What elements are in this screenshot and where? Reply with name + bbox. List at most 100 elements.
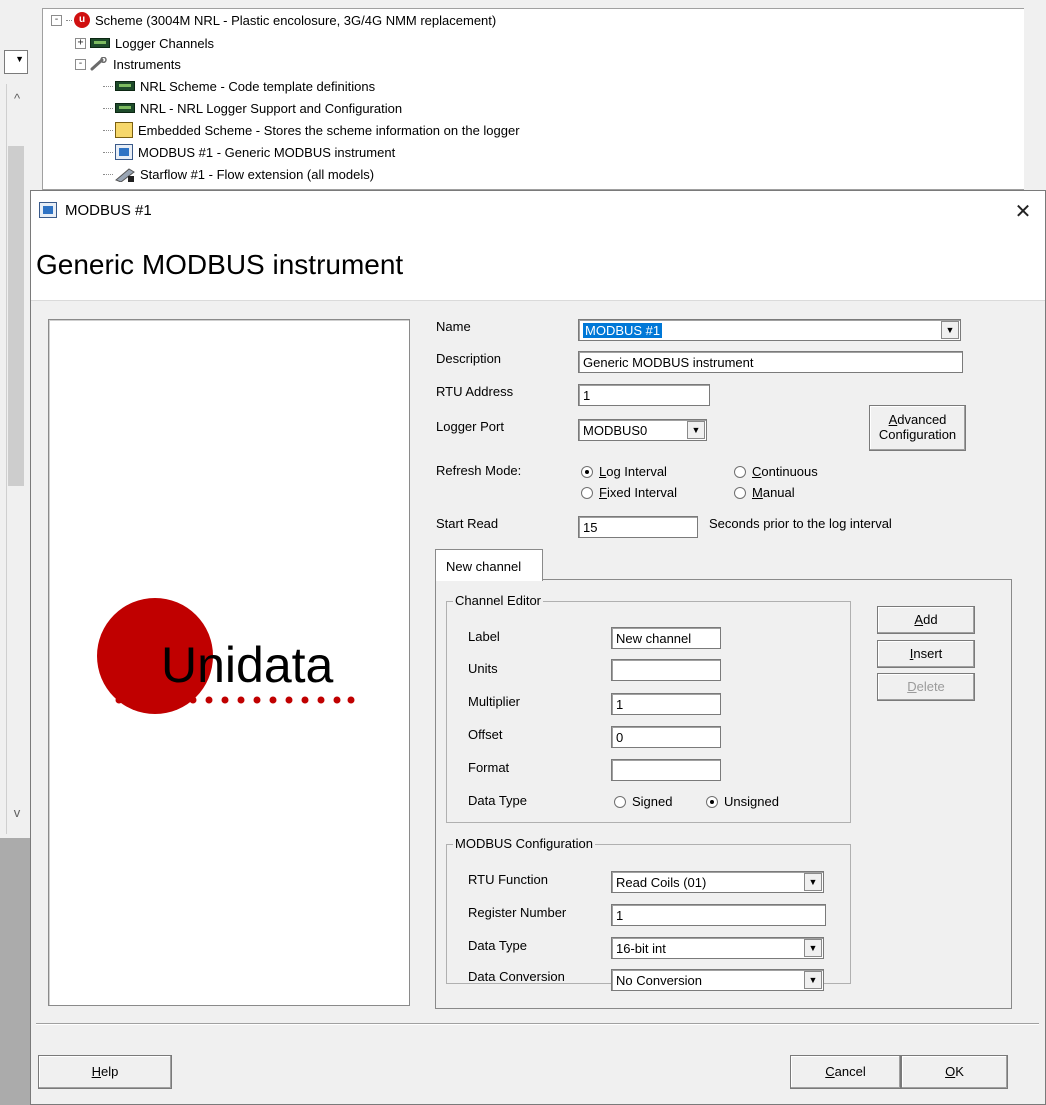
collapse-icon[interactable]: -: [75, 58, 86, 70]
rtu-function-value: Read Coils (01): [616, 875, 707, 890]
tree-item-label: Starflow #1 - Flow extension (all models…: [140, 166, 375, 182]
scrollbar-thumb[interactable]: [8, 146, 24, 486]
radio-fixed-interval[interactable]: Fixed Interval: [581, 485, 677, 500]
radio-continuous[interactable]: Continuous: [734, 464, 818, 479]
modbus-icon: [115, 144, 133, 160]
wrench-icon: [90, 57, 107, 71]
offset-field[interactable]: 0: [611, 726, 721, 748]
scheme-icon: u: [74, 12, 90, 28]
logo-panel: Unidata: [48, 319, 410, 1006]
tree-connector: [103, 85, 113, 87]
circuit-board-icon: [115, 81, 135, 91]
tree-connector: [66, 19, 72, 21]
tree-connector: [103, 107, 113, 109]
radio-selected-icon: [581, 465, 593, 478]
tree-item-label: NRL - NRL Logger Support and Configurati…: [140, 100, 403, 116]
expand-icon[interactable]: +: [75, 37, 86, 49]
tree-item-nrl-scheme[interactable]: NRL Scheme - Code template definitions: [103, 76, 375, 96]
rtu-function-select[interactable]: Read Coils (01) ▼: [611, 871, 824, 893]
logger-port-select[interactable]: MODBUS0 ▼: [578, 419, 707, 441]
left-combo-box[interactable]: ▼: [4, 50, 28, 74]
description-label: Description: [436, 351, 502, 366]
rtu-function-label: RTU Function: [468, 872, 548, 887]
start-read-field[interactable]: 15: [578, 516, 698, 538]
rtu-address-field[interactable]: 1: [578, 384, 710, 406]
dialog-header: Generic MODBUS instrument: [31, 233, 1045, 301]
advanced-configuration-button[interactable]: Advanced Configuration: [869, 405, 966, 451]
tree-item-instruments[interactable]: - Instruments: [75, 54, 181, 74]
circuit-board-icon: [115, 103, 135, 113]
dialog-title: MODBUS #1: [65, 202, 152, 219]
data-conversion-select[interactable]: No Conversion ▼: [611, 969, 824, 991]
refresh-mode-label: Refresh Mode:: [436, 463, 522, 478]
chevron-down-icon[interactable]: ▼: [941, 321, 959, 339]
tree-connector: [103, 129, 113, 131]
page-title: Generic MODBUS instrument: [36, 249, 404, 280]
chevron-down-icon[interactable]: ▼: [804, 873, 822, 891]
tab-new-channel[interactable]: New channel: [435, 549, 543, 581]
tree-item-label: MODBUS #1 - Generic MODBUS instrument: [138, 144, 396, 160]
embedded-scheme-icon: [115, 122, 133, 138]
chevron-down-icon[interactable]: ▼: [804, 971, 822, 989]
radio-selected-icon: [706, 795, 718, 808]
insert-button[interactable]: Insert: [877, 640, 975, 668]
cancel-button[interactable]: Cancel: [790, 1055, 901, 1089]
left-pane-strip: ▼ ^ v: [0, 0, 30, 838]
data-conversion-label: Data Conversion: [468, 969, 565, 984]
data-type-label: Data Type: [468, 793, 528, 808]
units-field[interactable]: [611, 659, 721, 681]
name-value: MODBUS #1: [583, 323, 663, 338]
modbus-data-type-value: 16-bit int: [616, 941, 666, 956]
scroll-down-icon[interactable]: v: [6, 802, 28, 824]
tree-item-modbus[interactable]: MODBUS #1 - Generic MODBUS instrument: [103, 142, 395, 162]
format-field[interactable]: [611, 759, 721, 781]
radio-unsigned[interactable]: Unsigned: [706, 794, 779, 809]
channel-editor-title: Channel Editor: [453, 593, 543, 608]
collapse-icon[interactable]: -: [51, 14, 62, 26]
help-button[interactable]: Help: [38, 1055, 172, 1089]
chevron-down-icon: ▼: [15, 54, 24, 64]
start-read-suffix: Seconds prior to the log interval: [709, 516, 892, 531]
description-field[interactable]: Generic MODBUS instrument: [578, 351, 963, 373]
name-combobox[interactable]: MODBUS #1 ▼: [578, 319, 961, 341]
tree-item-nrl-logger[interactable]: NRL - NRL Logger Support and Configurati…: [103, 98, 402, 118]
ok-button[interactable]: OK: [901, 1055, 1008, 1089]
format-label: Format: [468, 760, 510, 775]
register-number-field[interactable]: 1: [611, 904, 826, 926]
tree-item-logger-channels[interactable]: + Logger Channels: [75, 33, 214, 53]
chevron-down-icon[interactable]: ▼: [687, 421, 705, 439]
delete-button[interactable]: Delete: [877, 673, 975, 701]
dialog-titlebar[interactable]: MODBUS #1 ✕: [31, 191, 1045, 233]
close-icon[interactable]: ✕: [1008, 197, 1038, 227]
scheme-tree[interactable]: - u Scheme (3004M NRL - Plastic encolosu…: [42, 8, 1024, 190]
footer-divider: [36, 1023, 1039, 1025]
scroll-up-icon[interactable]: ^: [6, 88, 28, 110]
tree-item-label: Logger Channels: [115, 35, 215, 51]
tree-root-label: Scheme (3004M NRL - Plastic encolosure, …: [95, 12, 497, 28]
add-button[interactable]: Add: [877, 606, 975, 634]
tree-connector: [103, 173, 113, 175]
radio-log-interval[interactable]: Log Interval: [581, 464, 667, 479]
start-read-label: Start Read: [436, 516, 499, 531]
radio-manual[interactable]: Manual: [734, 485, 795, 500]
offset-label: Offset: [468, 727, 503, 742]
label-field[interactable]: New channel: [611, 627, 721, 649]
tree-item-label: NRL Scheme - Code template definitions: [140, 78, 376, 94]
logger-port-value: MODBUS0: [583, 423, 648, 438]
starflow-icon: [115, 168, 135, 182]
radio-unselected-icon: [614, 795, 626, 808]
tree-item-embedded-scheme[interactable]: Embedded Scheme - Stores the scheme info…: [103, 120, 520, 140]
modbus-icon: [39, 202, 57, 218]
modbus-data-type-select[interactable]: 16-bit int ▼: [611, 937, 824, 959]
unidata-logo: Unidata: [97, 598, 355, 714]
circuit-board-icon: [90, 38, 110, 48]
radio-signed[interactable]: Signed: [614, 794, 672, 809]
multiplier-field[interactable]: 1: [611, 693, 721, 715]
background-area: [0, 838, 30, 1105]
data-conversion-value: No Conversion: [616, 973, 702, 988]
chevron-down-icon[interactable]: ▼: [804, 939, 822, 957]
rtu-address-label: RTU Address: [436, 384, 514, 399]
tree-item-starflow[interactable]: Starflow #1 - Flow extension (all models…: [103, 164, 374, 184]
tree-root[interactable]: - u Scheme (3004M NRL - Plastic encolosu…: [51, 10, 496, 30]
units-label: Units: [468, 661, 498, 676]
